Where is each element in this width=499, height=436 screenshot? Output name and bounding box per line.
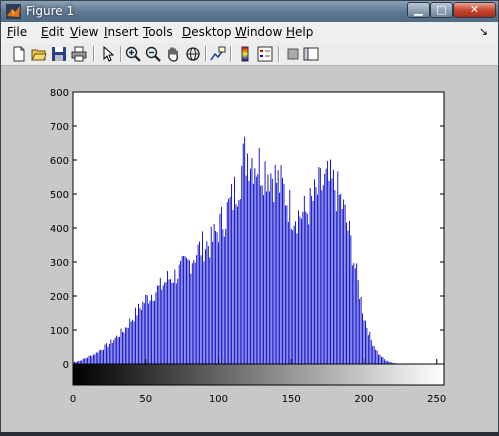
- y-tick-label: 600: [50, 156, 69, 167]
- print-icon[interactable]: [71, 46, 87, 62]
- title-bar[interactable]: Figure 1 ▁ □ ✕: [1, 1, 498, 22]
- figure-canvas: 0 100 200 300 400 500 600 700 800 0 50 100 150 200 25…: [1, 66, 498, 432]
- menu-tools-label: ools: [148, 25, 173, 39]
- rotate-3d-icon[interactable]: [185, 46, 201, 62]
- menu-desktop[interactable]: Desktop: [182, 25, 232, 39]
- menu-help[interactable]: Help: [286, 25, 313, 39]
- toolbar-separator: [230, 46, 232, 62]
- menu-help-accel: H: [286, 25, 296, 39]
- menu-desktop-accel: D: [182, 25, 192, 39]
- pan-hand-icon[interactable]: [165, 46, 181, 62]
- menu-view[interactable]: View: [70, 25, 98, 39]
- open-file-icon[interactable]: [31, 46, 47, 62]
- y-tick-label: 300: [50, 258, 69, 269]
- menu-edit[interactable]: Edit: [41, 25, 64, 39]
- x-tick-label: 150: [282, 394, 301, 405]
- menu-edit-accel: E: [41, 25, 49, 39]
- matlab-logo-icon: [6, 4, 21, 19]
- zoom-in-icon[interactable]: [125, 46, 141, 62]
- y-tick-label: 700: [50, 122, 69, 133]
- x-tick-label: 250: [427, 394, 446, 405]
- menu-window[interactable]: Window: [235, 25, 282, 39]
- menu-file-label: ile: [13, 25, 28, 39]
- menu-bar: File Edit View Insert Tools Desktop Wind…: [1, 22, 498, 43]
- figure-window: Figure 1 ▁ □ ✕ File Edit View Insert Too…: [0, 0, 499, 432]
- toolbar-separator: [120, 46, 122, 62]
- menu-insert-label: nsert: [107, 25, 139, 39]
- y-tick-label: 800: [50, 88, 69, 99]
- x-tick-label: 200: [354, 394, 373, 405]
- menu-window-accel: W: [235, 25, 247, 39]
- y-tick-label: 200: [50, 292, 69, 303]
- toolbar-separator: [93, 46, 95, 62]
- y-tick-label: 0: [63, 360, 69, 371]
- data-cursor-icon[interactable]: [210, 46, 226, 62]
- menu-window-label: indow: [246, 25, 283, 39]
- menu-insert[interactable]: Insert: [104, 25, 138, 39]
- gray-colorbar: [72, 363, 445, 386]
- toolbar-separator: [278, 46, 280, 62]
- menu-view-label: iew: [77, 25, 99, 39]
- menu-help-label: elp: [295, 25, 314, 39]
- new-figure-icon[interactable]: [11, 46, 27, 62]
- y-tick-label: 500: [50, 190, 69, 201]
- minimize-button[interactable]: ▁: [407, 2, 430, 18]
- dock-figure-icon[interactable]: ↘: [479, 25, 488, 38]
- edit-plot-arrow-icon[interactable]: [100, 46, 116, 62]
- insert-colorbar-icon[interactable]: [237, 46, 253, 62]
- save-icon[interactable]: [51, 46, 67, 62]
- show-plot-tools-icon[interactable]: [303, 46, 319, 62]
- plot-axes: [72, 91, 445, 365]
- menu-edit-label: dit: [48, 25, 65, 39]
- zoom-out-icon[interactable]: [145, 46, 161, 62]
- menu-tools[interactable]: Tools: [143, 25, 173, 39]
- close-button[interactable]: ✕: [453, 2, 496, 18]
- x-tick-label: 50: [139, 394, 152, 405]
- menu-view-accel: V: [70, 25, 78, 39]
- figure-toolbar: [1, 43, 498, 66]
- insert-legend-icon[interactable]: [257, 46, 273, 62]
- y-tick-label: 400: [50, 224, 69, 235]
- y-tick-label: 100: [50, 326, 69, 337]
- x-tick-label: 100: [209, 394, 228, 405]
- window-title: Figure 1: [26, 4, 75, 18]
- toolbar-separator: [205, 46, 207, 62]
- hide-plot-tools-icon[interactable]: [285, 46, 301, 62]
- maximize-button[interactable]: □: [430, 2, 453, 18]
- menu-desktop-label: esktop: [191, 25, 232, 39]
- menu-file[interactable]: File: [7, 25, 27, 39]
- x-tick-label: 0: [70, 394, 76, 405]
- histogram-chart[interactable]: 0 100 200 300 400 500 600 700 800 0 50 100 150 200 25…: [1, 66, 498, 432]
